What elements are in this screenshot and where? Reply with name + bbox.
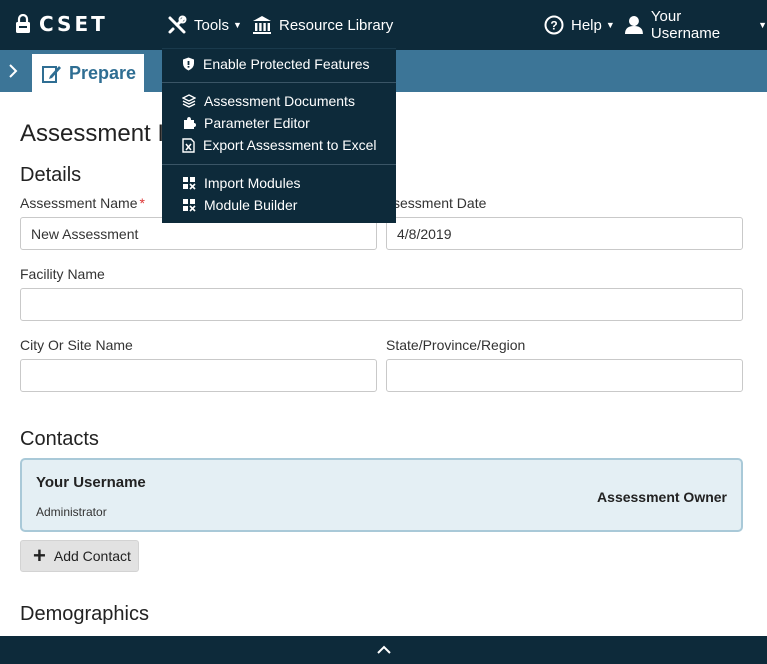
- resource-library-label: Resource Library: [279, 16, 394, 34]
- chevron-right-icon: [9, 64, 18, 78]
- edit-icon: [42, 66, 61, 83]
- city-label: City Or Site Name: [20, 337, 133, 353]
- details-heading: Details: [20, 164, 82, 186]
- modules-icon: [183, 177, 196, 190]
- tools-label: Tools: [194, 16, 230, 34]
- tools-menu-button[interactable]: Tools ▼: [167, 0, 242, 50]
- top-navbar: CSET Tools ▼ Resource Library ? Help ▼ Y…: [0, 0, 767, 50]
- tools-dropdown-menu: Enable Protected Features Assessment Doc…: [162, 48, 396, 223]
- menu-divider: [162, 82, 396, 83]
- contacts-heading: Contacts: [20, 428, 99, 450]
- svg-text:?: ?: [550, 19, 557, 33]
- layers-icon: [182, 94, 196, 108]
- contact-role: Administrator: [36, 505, 107, 519]
- bank-icon: [253, 16, 271, 34]
- sidebar-toggle-button[interactable]: [0, 50, 26, 92]
- chevron-down-icon: ▼: [758, 20, 767, 30]
- state-input[interactable]: [386, 359, 743, 392]
- chevron-down-icon: ▼: [233, 20, 242, 30]
- lock-icon: [16, 14, 30, 33]
- cset-logo[interactable]: CSET: [15, 10, 108, 38]
- help-label: Help: [571, 16, 602, 34]
- menu-item-assessment-documents[interactable]: Assessment Documents: [182, 91, 355, 111]
- tools-icon: [168, 15, 187, 34]
- logo-text: CSET: [39, 12, 108, 36]
- tab-prepare[interactable]: Prepare: [32, 54, 144, 92]
- assessment-owner-label: Assessment Owner: [597, 489, 727, 505]
- modules-icon: [183, 199, 196, 212]
- help-menu-button[interactable]: ? Help ▼: [544, 0, 615, 50]
- chevron-down-icon: ▼: [605, 20, 615, 30]
- footer-bar: [0, 636, 767, 664]
- facility-name-input[interactable]: [20, 288, 743, 321]
- contact-name: Your Username: [36, 474, 146, 491]
- menu-item-parameter-editor[interactable]: Parameter Editor: [182, 113, 310, 133]
- assessment-date-label: ssessment Date: [386, 195, 487, 211]
- username-label: Your Username: [650, 8, 721, 42]
- add-contact-button[interactable]: + Add Contact: [20, 540, 139, 572]
- shield-icon: [183, 57, 194, 71]
- tab-prepare-label: Prepare: [69, 62, 137, 83]
- chevron-up-icon[interactable]: [376, 645, 392, 655]
- menu-item-import-modules[interactable]: Import Modules: [182, 173, 300, 193]
- menu-divider: [162, 164, 396, 165]
- assessment-date-input[interactable]: [386, 217, 743, 250]
- excel-icon: [182, 137, 195, 153]
- page-title: Assessment I: [20, 120, 165, 147]
- menu-item-export-to-excel[interactable]: Export Assessment to Excel: [182, 135, 377, 155]
- user-menu-button[interactable]: Your Username ▼: [624, 0, 767, 50]
- contact-card[interactable]: Your Username Administrator Assessment O…: [20, 458, 743, 532]
- menu-item-module-builder[interactable]: Module Builder: [182, 195, 297, 215]
- city-input[interactable]: [20, 359, 377, 392]
- facility-name-label: Facility Name: [20, 266, 105, 282]
- add-contact-label: Add Contact: [53, 548, 131, 564]
- assessment-name-label: Assessment Name *: [20, 195, 145, 211]
- puzzle-icon: [184, 117, 196, 129]
- state-label: State/Province/Region: [386, 337, 526, 353]
- menu-item-enable-protected-features[interactable]: Enable Protected Features: [182, 54, 370, 74]
- demographics-heading: Demographics: [20, 603, 149, 625]
- help-icon: ?: [544, 15, 564, 35]
- plus-icon: +: [33, 543, 46, 568]
- user-icon: [624, 16, 643, 34]
- resource-library-link[interactable]: Resource Library: [252, 0, 393, 50]
